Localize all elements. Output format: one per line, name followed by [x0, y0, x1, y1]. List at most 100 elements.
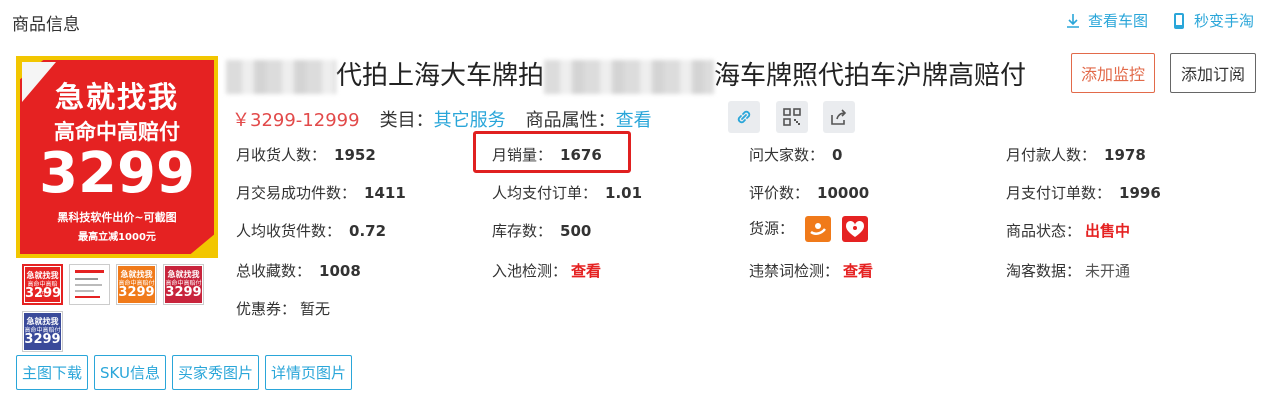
- thumbnail-bg: [71, 266, 108, 303]
- stat-taoke: 淘客数据： 未开通: [1006, 260, 1130, 281]
- stat-value: 10000: [817, 184, 870, 202]
- top-links: 查看车图 秒变手淘: [1064, 10, 1254, 31]
- thumbnail[interactable]: 急就找我 高命中高赔付 3299: [22, 264, 63, 305]
- stat-label: 违禁词检测：: [749, 262, 840, 280]
- price-row: ￥3299-12999 类目： 其它服务 商品属性： 查看: [232, 105, 652, 133]
- stat-monthly-buyers: 月收货人数： 1952: [236, 144, 376, 165]
- stat-status: 商品状态： 出售中: [1006, 220, 1130, 241]
- stat-label: 总收藏数：: [236, 262, 312, 280]
- stat-value: 1008: [319, 262, 361, 280]
- thumbnail-bg: 急就找我 高命中高赔付 3299: [165, 266, 202, 303]
- stat-value: 500: [560, 222, 592, 240]
- highlight-box: [473, 131, 631, 173]
- stat-reviews: 评价数： 10000: [749, 182, 869, 203]
- stat-value: 1411: [364, 184, 406, 202]
- alibaba-icon[interactable]: [804, 216, 831, 242]
- image-text-line5: 最高立减1000元: [78, 232, 156, 243]
- stat-label: 货源：: [749, 219, 795, 238]
- thumbnail-text: 3299: [118, 285, 155, 300]
- stat-favorites: 总收藏数： 1008: [236, 260, 361, 281]
- stat-pay-orders: 月支付订单数： 1996: [1006, 182, 1161, 203]
- stat-deal-items: 月交易成功件数： 1411: [236, 182, 406, 203]
- product-title[interactable]: 代拍上海大车牌拍 海车牌照代拍车沪牌高赔付: [226, 55, 1026, 94]
- thumbnail[interactable]: 急就找我 高命中高赔付 3299: [163, 264, 204, 305]
- status-badge: 出售中: [1085, 222, 1131, 240]
- thumbnail-text: 3299: [25, 286, 62, 301]
- mobile-taobao-label: 秒变手淘: [1193, 12, 1254, 30]
- copy-link-button[interactable]: [728, 101, 760, 133]
- stat-stock: 库存数： 500: [492, 220, 591, 241]
- thumbnail-bg: 急就找我 高命中高赔付 3299: [25, 267, 62, 302]
- redacted-text: [226, 59, 336, 94]
- title-part1: 代拍上海大车牌拍: [336, 61, 545, 91]
- stat-ask-count: 问大家数： 0: [749, 144, 842, 165]
- thumbnail-text: 3299: [165, 285, 202, 300]
- stat-pool-check: 入池检测： 查看: [492, 260, 601, 281]
- stat-label: 入池检测：: [492, 262, 568, 280]
- stat-label: 库存数：: [492, 222, 553, 240]
- banned-words-link[interactable]: 查看: [843, 262, 873, 280]
- stat-banned-words: 违禁词检测： 查看: [749, 260, 873, 281]
- share-icon: [831, 109, 847, 125]
- category-link[interactable]: 其它服务: [434, 106, 506, 132]
- stat-label: 人均收货件数：: [236, 222, 342, 240]
- stat-paid-buyers: 月付款人数： 1978: [1006, 144, 1146, 165]
- stat-avg-orders: 人均支付订单： 1.01: [492, 182, 642, 203]
- add-monitor-button[interactable]: 添加监控: [1071, 53, 1155, 93]
- main-image-download-button[interactable]: 主图下载: [16, 355, 89, 390]
- image-actions: 主图下载 SKU信息 买家秀图片 详情页图片: [16, 355, 352, 390]
- thumbnail-bg: 急就找我 高命中高赔付 3299: [24, 313, 61, 350]
- main-product-image[interactable]: 急就找我 高命中高赔付 3299 黑科技软件出价~可截图 最高立减1000元: [16, 56, 218, 258]
- attr-view-link[interactable]: 查看: [616, 106, 652, 132]
- category-label: 类目：: [379, 110, 434, 131]
- stat-value: 1.01: [605, 184, 643, 202]
- thumbnail[interactable]: 急就找我 高命中高赔付 3299: [116, 264, 157, 305]
- stat-source: 货源：: [749, 216, 868, 242]
- stat-coupon: 优惠券： 暂无: [236, 298, 330, 319]
- thumbnail-stripe: [75, 278, 98, 280]
- image-text-line1: 急就找我: [54, 80, 179, 114]
- stat-label: 月付款人数：: [1006, 146, 1097, 164]
- thumbnail-bg: 急就找我 高命中高赔付 3299: [118, 266, 155, 303]
- thumbnail-stripe: [75, 296, 100, 298]
- stat-value: 1952: [334, 146, 376, 164]
- phone-icon: [1173, 12, 1184, 29]
- attr-label: 商品属性：: [525, 110, 616, 131]
- stat-label: 淘客数据：: [1006, 262, 1082, 280]
- share-button[interactable]: [823, 101, 855, 133]
- stat-value: 暂无: [300, 300, 331, 318]
- thumbnail-text: 3299: [24, 332, 61, 347]
- thumbnail[interactable]: 急就找我 高命中高赔付 3299: [22, 311, 63, 352]
- stat-label: 月交易成功件数：: [236, 184, 357, 202]
- stat-value: 1978: [1104, 146, 1146, 164]
- section-title: 商品信息: [12, 15, 80, 35]
- add-subscription-button[interactable]: 添加订阅: [1170, 53, 1256, 93]
- sku-info-button[interactable]: SKU信息: [94, 355, 166, 390]
- image-text-line4: 黑科技软件出价~可截图: [57, 211, 177, 224]
- link-icon: [737, 110, 751, 124]
- stat-label: 商品状态：: [1006, 222, 1082, 240]
- thumbnail-stripe: [75, 270, 104, 273]
- stat-value: 0.72: [349, 222, 387, 240]
- stat-value: 未开通: [1085, 262, 1131, 280]
- detail-images-button[interactable]: 详情页图片: [264, 355, 352, 390]
- qr-code-icon: [783, 108, 801, 126]
- stat-value: 0: [832, 146, 843, 164]
- download-icon: [1066, 13, 1079, 28]
- stat-label: 人均支付订单：: [492, 184, 598, 202]
- thumbnail[interactable]: [69, 264, 110, 305]
- stat-label: 月收货人数：: [236, 146, 327, 164]
- mobile-taobao-link[interactable]: 秒变手淘: [1170, 10, 1254, 31]
- stat-label: 月支付订单数：: [1006, 184, 1112, 202]
- thumbnail-stripe: [75, 284, 102, 286]
- pool-check-link[interactable]: 查看: [571, 262, 601, 280]
- buyer-show-images-button[interactable]: 买家秀图片: [171, 355, 259, 390]
- stat-value: 1996: [1119, 184, 1161, 202]
- stat-label: 评价数：: [749, 184, 810, 202]
- title-part2: 海车牌照代拍车沪牌高赔付: [714, 61, 1027, 91]
- stat-label: 优惠券：: [236, 300, 297, 318]
- redacted-text: [544, 59, 715, 94]
- view-images-link[interactable]: 查看车图: [1064, 10, 1148, 31]
- qr-code-button[interactable]: [776, 101, 808, 133]
- pinduoduo-icon[interactable]: [841, 216, 868, 242]
